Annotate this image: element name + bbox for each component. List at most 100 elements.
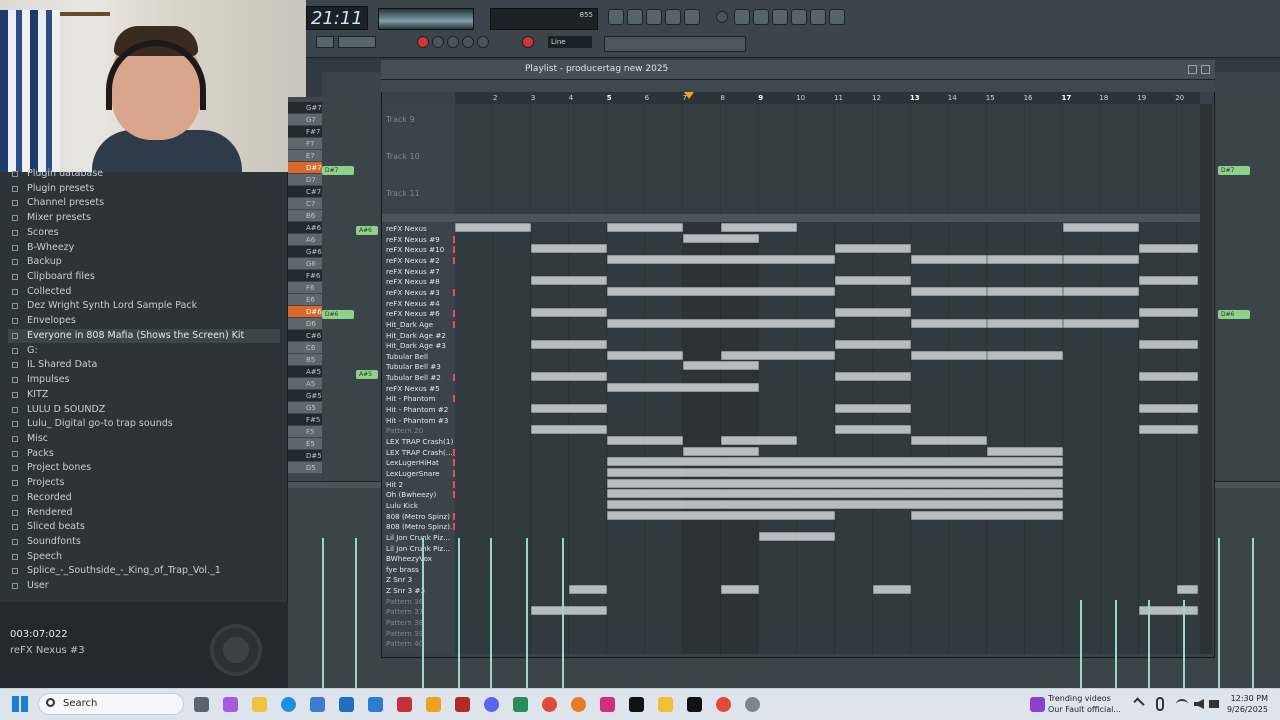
channel-note[interactable]: D#7 (322, 166, 354, 175)
pattern-selector[interactable] (338, 36, 376, 48)
piano-key[interactable]: B6 (288, 210, 322, 221)
pattern-clip[interactable] (911, 350, 987, 360)
pattern-name[interactable]: Hit_Dark Age #3 (386, 341, 454, 350)
browser-item[interactable]: Soundfonts (8, 535, 280, 549)
pattern-clip[interactable] (683, 233, 759, 243)
pattern-clip[interactable] (607, 478, 1063, 488)
mixer-button[interactable] (665, 9, 681, 25)
piano-key[interactable]: A#5 (288, 366, 322, 377)
piano-key[interactable]: G#7 (288, 102, 322, 113)
pattern-name[interactable]: Pattern 39 (386, 629, 454, 638)
browser-item[interactable]: Lulu_ Digital go-to trap sounds (8, 417, 280, 431)
browser-item[interactable]: Clipboard files (8, 270, 280, 284)
pattern-clip[interactable] (607, 350, 683, 360)
track-label[interactable]: Track 10 (386, 152, 420, 161)
piano-key[interactable]: C#6 (288, 330, 322, 341)
pattern-clip[interactable] (1063, 223, 1139, 232)
playlist-scrollbar[interactable] (1200, 104, 1212, 654)
piano-key[interactable]: E6 (288, 294, 322, 305)
pattern-clip[interactable] (987, 286, 1063, 296)
channel-rack-button[interactable] (646, 9, 662, 25)
right-channel-note[interactable]: D#6 (1218, 310, 1250, 319)
pattern-name[interactable]: Tubular Bell #3 (386, 362, 454, 371)
piano-key[interactable]: G#5 (288, 390, 322, 401)
pattern-clip[interactable] (607, 318, 835, 328)
pattern-name[interactable]: reFX Nexus #7 (386, 267, 454, 276)
piano-key[interactable]: A5 (288, 378, 322, 389)
pattern-clip[interactable] (873, 585, 911, 595)
browser-item[interactable]: Scores (8, 226, 280, 240)
pattern-name[interactable]: reFX Nexus #4 (386, 299, 454, 308)
browser-item[interactable]: Rendered (8, 506, 280, 520)
pattern-name[interactable]: Pattern 38 (386, 618, 454, 627)
snap-icon[interactable] (716, 11, 728, 23)
pattern-name[interactable]: BWheezyVox (386, 554, 454, 563)
browser-item[interactable]: Everyone in 808 Mafia (Shows the Screen)… (8, 328, 280, 343)
pattern-name[interactable]: Pattern 40 (386, 639, 454, 648)
pattern-name[interactable]: Hit - Phantom #3 (386, 416, 454, 425)
pattern-name[interactable]: Lulu Kick (386, 501, 454, 510)
piano-roll-button[interactable] (627, 9, 643, 25)
chrome-icon[interactable] (542, 697, 557, 712)
pattern-name[interactable]: Hit - Phantom (386, 394, 454, 403)
wait-input-icon[interactable] (447, 36, 459, 48)
piano-key[interactable]: A#6 (288, 222, 322, 233)
copilot-icon[interactable] (223, 697, 238, 712)
tools-button[interactable] (772, 9, 788, 25)
piano-key[interactable]: C6 (288, 342, 322, 353)
piano-key[interactable]: D#6 (288, 306, 322, 317)
browser-button[interactable] (684, 9, 700, 25)
piano-key[interactable]: A6 (288, 234, 322, 245)
snap-mode-select[interactable]: Line (548, 36, 592, 48)
pattern-clip[interactable] (607, 223, 683, 232)
pattern-clip[interactable] (1177, 585, 1198, 595)
browser-item[interactable]: Projects (8, 476, 280, 490)
channel-note[interactable]: A#5 (356, 370, 378, 379)
channel-note[interactable]: D#6 (322, 310, 354, 319)
pattern-name[interactable]: LEX TRAP Crash(... (386, 448, 454, 457)
pattern-clip[interactable] (531, 372, 607, 382)
pattern-name[interactable]: reFX Nexus #3 (386, 288, 454, 297)
piano-key[interactable]: E5 (288, 438, 322, 449)
pattern-clip[interactable] (531, 308, 607, 318)
pattern-clip[interactable] (607, 489, 1063, 499)
pattern-name[interactable]: 808 (Metro Spinz) (386, 512, 454, 521)
pattern-clip[interactable] (911, 436, 987, 445)
browser-item[interactable]: Collected (8, 285, 280, 299)
pattern-clip[interactable] (607, 286, 835, 296)
piano-key[interactable]: F#5 (288, 414, 322, 425)
piano-key[interactable]: D6 (288, 318, 322, 329)
pattern-clip[interactable] (531, 276, 607, 286)
fl-studio-icon[interactable] (426, 697, 441, 712)
pattern-clip[interactable] (607, 382, 759, 392)
browser-item[interactable]: Splice_-_Southside_-_King_of_Trap_Vol._1 (8, 564, 280, 578)
pattern-clip[interactable] (759, 531, 835, 541)
windows-start-icon[interactable] (12, 696, 28, 712)
app-icon-7[interactable] (745, 697, 760, 712)
pattern-clip[interactable] (1063, 254, 1139, 264)
pattern-clip[interactable] (835, 425, 911, 435)
browser-item[interactable]: IL Shared Data (8, 358, 280, 372)
piano-key[interactable]: D#7 (288, 162, 322, 173)
online-button[interactable] (791, 9, 807, 25)
pattern-clip[interactable] (607, 436, 683, 445)
browser-item[interactable]: Channel presets (8, 196, 280, 210)
playlist-splitter[interactable] (382, 214, 1202, 222)
piano-key[interactable]: F7 (288, 138, 322, 149)
pattern-clip[interactable] (607, 467, 1063, 477)
pattern-name[interactable]: reFX Nexus #9 (386, 235, 454, 244)
pattern-clip[interactable] (835, 276, 911, 286)
piano-key[interactable]: F5 (288, 426, 322, 437)
browser-item[interactable]: Mixer presets (8, 211, 280, 225)
pattern-clip[interactable] (911, 510, 1063, 520)
browser-item[interactable]: Speech (8, 550, 280, 564)
piano-key[interactable]: C#7 (288, 186, 322, 197)
pattern-clip[interactable] (607, 510, 835, 520)
pattern-clip[interactable] (1139, 340, 1198, 350)
pattern-name[interactable]: Hit 2 (386, 480, 454, 489)
pattern-name[interactable]: Hit_Dark Age (386, 320, 454, 329)
piano-key[interactable]: D7 (288, 174, 322, 185)
pattern-name[interactable]: Tubular Bell #2 (386, 373, 454, 382)
pattern-mode-button[interactable] (316, 36, 334, 48)
browser-item[interactable]: Project bones (8, 461, 280, 475)
